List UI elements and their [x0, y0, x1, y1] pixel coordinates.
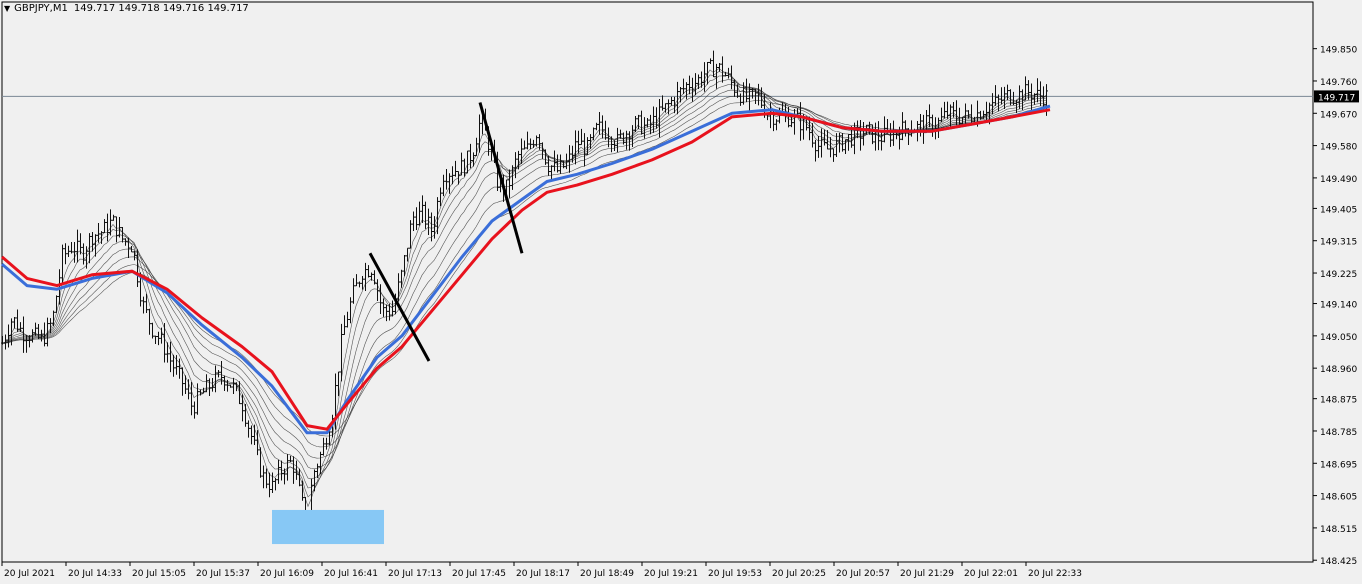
- y-tick-label: 148.425: [1320, 557, 1357, 567]
- chart-header: ▼ GBPJPY,M1 149.717 149.718 149.716 149.71…: [4, 3, 249, 14]
- x-tick-label: 20 Jul 18:49: [580, 569, 634, 579]
- x-tick-label: 20 Jul 20:57: [836, 569, 890, 579]
- x-tick-label: 20 Jul 2021: [4, 569, 55, 579]
- dropdown-triangle-icon[interactable]: ▼: [4, 4, 10, 13]
- x-tick-label: 20 Jul 17:13: [388, 569, 442, 579]
- symbol-label: GBPJPY,M1: [14, 3, 68, 14]
- x-tick-label: 20 Jul 19:53: [708, 569, 762, 579]
- y-tick-label: 149.580: [1320, 143, 1357, 153]
- x-tick-label: 20 Jul 14:33: [68, 569, 122, 579]
- y-tick-label: 148.695: [1320, 460, 1357, 470]
- ohlc-values: 149.717 149.718 149.716 149.717: [73, 3, 249, 14]
- y-tick-label: 149.850: [1320, 46, 1357, 56]
- x-axis: 20 Jul 2021 20 Jul 14:33 20 Jul 15:05 20 Ju…: [1, 562, 1082, 579]
- y-tick-label: 149.405: [1320, 205, 1357, 215]
- support-zone: [272, 509, 384, 545]
- y-tick-label: 148.515: [1320, 525, 1357, 535]
- current-price-label: 149.717: [1318, 93, 1355, 103]
- x-tick-label: 20 Jul 15:05: [132, 569, 186, 579]
- y-tick-label: 149.050: [1320, 333, 1357, 343]
- y-tick-label: 149.140: [1320, 301, 1357, 311]
- x-tick-label: 20 Jul 19:21: [644, 569, 698, 579]
- y-tick-label: 149.670: [1320, 110, 1357, 120]
- price-chart[interactable]: 149.850 149.760 149.670 149.580 149.490 149.4…: [0, 0, 1362, 584]
- y-tick-label: 149.225: [1320, 270, 1357, 280]
- x-tick-label: 20 Jul 16:09: [260, 569, 314, 579]
- x-tick-label: 20 Jul 16:41: [324, 569, 378, 579]
- y-axis: 149.850 149.760 149.670 149.580 149.490 149.4…: [1313, 46, 1357, 567]
- y-tick-label: 148.785: [1320, 428, 1357, 438]
- x-tick-label: 20 Jul 22:33: [1028, 569, 1082, 579]
- plot-area: [1, 1, 1314, 563]
- y-tick-label: 148.875: [1320, 396, 1357, 406]
- y-tick-label: 149.490: [1320, 175, 1357, 185]
- x-tick-label: 20 Jul 20:25: [772, 569, 826, 579]
- x-tick-label: 20 Jul 15:37: [196, 569, 250, 579]
- x-tick-label: 20 Jul 21:29: [900, 569, 954, 579]
- y-tick-label: 149.315: [1320, 238, 1357, 248]
- x-tick-label: 20 Jul 18:17: [516, 569, 570, 579]
- x-tick-label: 20 Jul 22:01: [964, 569, 1018, 579]
- x-tick-label: 20 Jul 17:45: [452, 569, 506, 579]
- y-tick-label: 149.760: [1320, 78, 1357, 88]
- y-tick-label: 148.960: [1320, 365, 1357, 375]
- y-tick-label: 148.605: [1320, 493, 1357, 503]
